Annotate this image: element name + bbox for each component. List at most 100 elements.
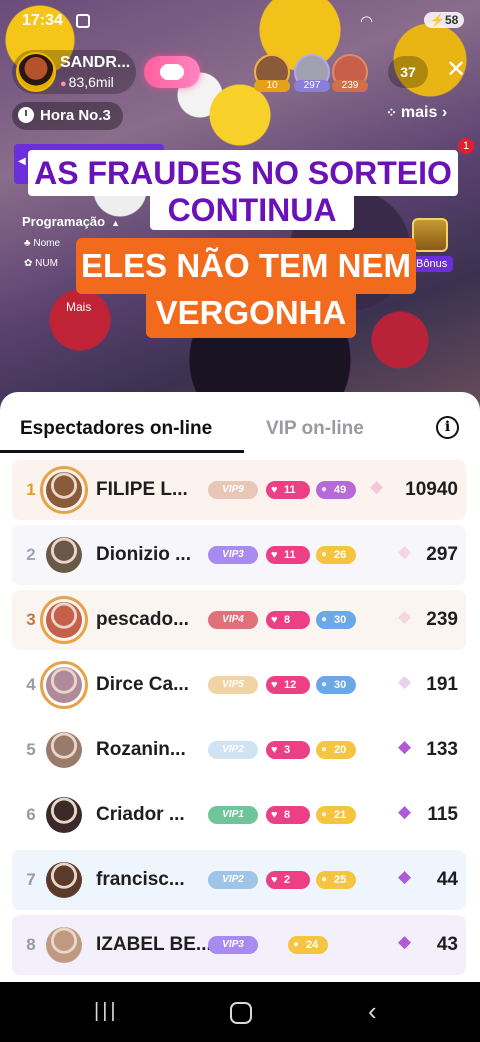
viewer-avatar[interactable] — [46, 732, 82, 768]
viewer-rank: 8 — [26, 935, 36, 954]
viewer-score: 239 — [426, 609, 458, 630]
heart-badge: 12 — [266, 676, 310, 694]
viewer-row[interactable]: 6 Criador ... VIP1 8 21 ◆ 115 — [12, 785, 466, 845]
viewer-score: 297 — [426, 544, 458, 565]
schedule-toggle[interactable]: Programação ▲ — [22, 214, 120, 229]
live-stream-video: 17:34 ◠ ⚡58 SANDR... ● 83,6mil 10 297 239… — [0, 0, 480, 420]
viewer-score: 133 — [426, 739, 458, 760]
vip-badge: VIP3 — [208, 936, 258, 954]
viewer-score: 10940 — [405, 479, 458, 500]
viewer-avatar[interactable] — [46, 927, 82, 963]
schedule-row-2-label: NUM — [35, 258, 58, 269]
tab-vip-online[interactable]: VIP on-line — [266, 418, 364, 440]
host-info[interactable]: SANDR... ● 83,6mil — [12, 50, 136, 94]
heart-badge: 11 — [266, 481, 310, 499]
recent-apps-icon[interactable]: ||| — [94, 1000, 119, 1023]
viewer-row[interactable]: 7 francisc... VIP2 2 25 ◆ 44 — [12, 850, 466, 910]
viewer-row[interactable]: 5 Rozanin... VIP2 3 20 ◆ 133 — [12, 720, 466, 780]
viewer-avatar[interactable] — [46, 472, 82, 508]
viewer-name: IZABEL BE... — [96, 934, 212, 955]
bonus-badge[interactable]: Bônus — [410, 256, 454, 272]
hour-ranking-button[interactable]: Hora No.3 — [12, 102, 123, 130]
heart-badge: 2 — [266, 871, 310, 889]
caption-line-3: ELES NÃO TEM NEM — [76, 238, 416, 294]
flame-icon: ● — [60, 78, 67, 90]
host-avatar[interactable] — [16, 52, 56, 92]
schedule-row-1-label: Nome — [33, 238, 61, 249]
level-badge: 26 — [316, 546, 356, 564]
viewer-rank: 6 — [26, 805, 36, 824]
tab-online-viewers[interactable]: Espectadores on-line — [20, 418, 212, 440]
diamond-icon: ◆ — [398, 802, 412, 821]
viewer-avatar[interactable] — [46, 602, 82, 638]
treasure-chest-icon[interactable] — [412, 218, 448, 252]
viewer-name: pescado... — [96, 609, 189, 630]
level-badge: 24 — [288, 936, 328, 954]
heart-badge: 8 — [266, 806, 310, 824]
system-nav-bar: ||| ‹ — [0, 982, 480, 1042]
viewer-row[interactable]: 2 Dionizio ... VIP3 11 26 ◆ 297 — [12, 525, 466, 585]
heart-badge: 3 — [266, 741, 310, 759]
level-badge: 49 — [316, 481, 356, 499]
clock-icon — [18, 107, 34, 123]
battery-indicator: ⚡58 — [424, 12, 465, 28]
viewer-rank: 7 — [26, 870, 36, 889]
hour-label: Hora No.3 — [40, 107, 111, 124]
back-icon[interactable]: ‹ — [368, 996, 377, 1027]
viewer-score: 44 — [436, 869, 458, 890]
viewer-score: 115 — [427, 804, 458, 825]
viewer-rank: 5 — [26, 740, 36, 759]
close-icon[interactable]: ✕ — [446, 56, 466, 84]
top-viewer-badge-1: 10 — [254, 80, 290, 92]
viewer-score: 191 — [426, 674, 458, 695]
wifi-icon: ◠ — [360, 13, 374, 30]
schedule-more-link[interactable]: Mais — [66, 300, 91, 314]
status-time: 17:34 — [22, 12, 63, 29]
diamond-icon: ◆ — [398, 867, 412, 886]
vip-badge: VIP9 — [208, 481, 258, 499]
viewer-rank: 2 — [26, 545, 36, 564]
vip-badge: VIP2 — [208, 871, 258, 889]
home-icon[interactable] — [230, 1002, 252, 1024]
vip-badge: VIP2 — [208, 741, 258, 759]
viewer-row[interactable]: 3 pescado... VIP4 8 30 ◆ 239 — [12, 590, 466, 650]
viewer-avatar[interactable] — [46, 537, 82, 573]
viewer-avatar[interactable] — [46, 862, 82, 898]
level-badge: 21 — [316, 806, 356, 824]
info-icon[interactable]: i — [436, 416, 459, 439]
level-badge: 30 — [316, 676, 356, 694]
viewer-rank: 3 — [26, 610, 36, 629]
viewer-name: francisc... — [96, 869, 185, 890]
host-name: SANDR... — [60, 54, 131, 71]
screen-record-icon — [76, 14, 90, 28]
viewer-avatar[interactable] — [46, 667, 82, 703]
diamond-icon: ◆ — [398, 932, 412, 951]
more-button[interactable]: ⁘ mais › — [386, 104, 447, 122]
viewers-sheet: Espectadores on-line VIP on-line i 1 FILI… — [0, 392, 480, 982]
viewer-row[interactable]: 8 IZABEL BE...VIP3 24 ◆ 43 — [12, 915, 466, 975]
viewer-row[interactable]: 1 FILIPE L... VIP9 11 49 ◆ 10940 — [12, 460, 466, 520]
diamond-icon: ◆ — [370, 477, 384, 496]
viewer-name: Criador ... — [96, 804, 185, 825]
viewer-name: Dionizio ... — [96, 544, 191, 565]
schedule-row-2: ✿ NUM — [24, 258, 58, 269]
vip-badge: VIP5 — [208, 676, 258, 694]
heart-badge: 8 — [266, 611, 310, 629]
follow-button[interactable] — [144, 56, 200, 88]
more-label: mais — [400, 104, 438, 121]
notification-badge: 1 — [458, 138, 474, 154]
schedule-label: Programação — [22, 214, 106, 229]
top-viewer-badge-3: 239 — [332, 80, 368, 92]
viewer-avatar[interactable] — [46, 797, 82, 833]
viewer-name: Rozanin... — [96, 739, 186, 760]
viewer-tabs: Espectadores on-line VIP on-line i — [0, 392, 480, 454]
grid-icon: ⁘ — [386, 105, 397, 120]
caret-up-icon: ▲ — [111, 218, 121, 228]
viewer-count[interactable]: 37 — [388, 56, 428, 88]
level-badge: 30 — [316, 611, 356, 629]
viewer-name: FILIPE L... — [96, 479, 188, 500]
diamond-icon: ◆ — [398, 672, 412, 691]
viewer-row[interactable]: 4 Dirce Ca... VIP5 12 30 ◆ 191 — [12, 655, 466, 715]
heart-badge: 11 — [266, 546, 310, 564]
battery-level: 58 — [444, 13, 459, 27]
